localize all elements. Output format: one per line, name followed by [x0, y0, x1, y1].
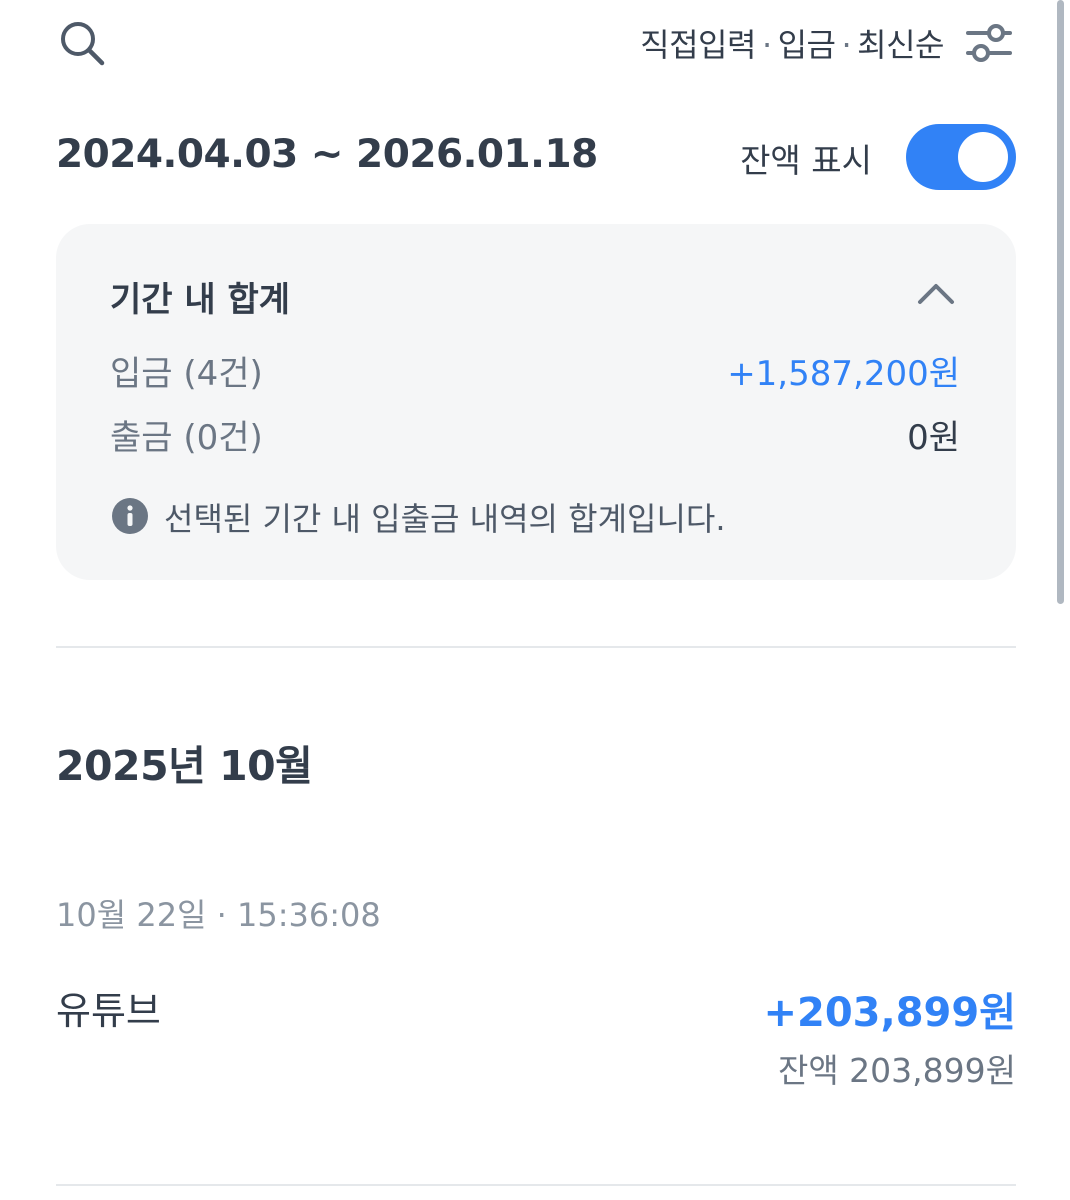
- period-row: 2024.04.03 ~ 2026.01.18 잔액 표시: [56, 120, 1016, 194]
- filter-settings-button[interactable]: [964, 20, 1014, 66]
- withdrawal-summary-row: 출금 (0건) 0원: [110, 410, 960, 458]
- filter-separator: ·: [761, 26, 772, 64]
- deposit-label: 입금 (4건): [110, 354, 263, 394]
- search-button[interactable]: [56, 18, 108, 70]
- transaction-amount: +203,899원: [763, 990, 1016, 1036]
- scrollbar[interactable]: [1057, 0, 1064, 604]
- month-heading: 2025년 10월: [56, 742, 313, 790]
- transaction-name: 유튜브: [56, 989, 161, 1033]
- deposit-amount: +1,587,200원: [727, 354, 960, 394]
- toggle-knob: [958, 132, 1008, 182]
- period-range[interactable]: 2024.04.03 ~ 2026.01.18: [56, 132, 598, 177]
- withdrawal-label: 출금 (0건): [110, 418, 263, 458]
- info-icon: [112, 498, 148, 534]
- filter-order: 최신순: [857, 26, 944, 64]
- transaction-datetime: 10월 22일 · 15:36:08: [56, 896, 381, 934]
- filter-separator: ·: [841, 26, 852, 64]
- chevron-up-icon: [918, 284, 954, 304]
- section-divider: [56, 1184, 1016, 1186]
- transaction-item[interactable]: 유튜브 +203,899원 잔액 203,899원: [56, 970, 1016, 1100]
- search-icon: [61, 22, 105, 66]
- collapse-button[interactable]: [914, 274, 958, 314]
- withdrawal-amount: 0원: [907, 418, 960, 458]
- transaction-balance: 잔액 203,899원: [777, 1051, 1016, 1090]
- section-divider: [56, 646, 1016, 648]
- filter-kind: 입금: [777, 26, 836, 64]
- deposit-summary-row: 입금 (4건) +1,587,200원: [110, 346, 960, 394]
- balance-toggle-label: 잔액 표시: [740, 141, 872, 180]
- period-summary-card: 기간 내 합계 입금 (4건) +1,587,200원 출금 (0건) 0원 선…: [56, 224, 1016, 580]
- filter-type: 직접입력: [640, 26, 756, 64]
- top-bar: 직접입력 · 입금 · 최신순: [0, 0, 1070, 90]
- filter-summary-button[interactable]: 직접입력 · 입금 · 최신순: [640, 20, 944, 66]
- balance-toggle[interactable]: [906, 124, 1016, 190]
- sliders-icon: [966, 24, 1012, 62]
- summary-title: 기간 내 합계: [110, 280, 291, 320]
- summary-note-text: 선택된 기간 내 입출금 내역의 합계입니다.: [164, 500, 726, 538]
